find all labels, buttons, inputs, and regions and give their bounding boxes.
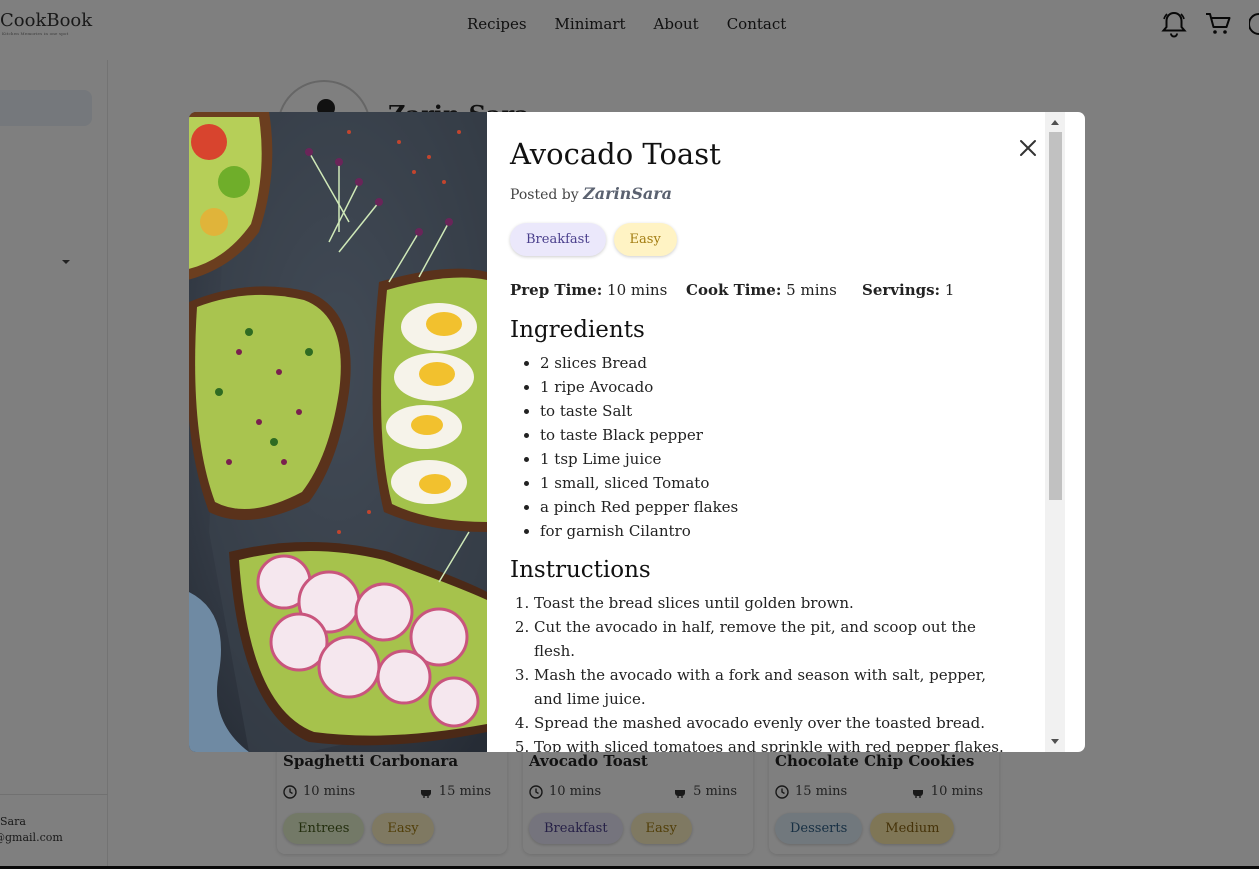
ingredients-heading: Ingredients <box>510 317 645 343</box>
servings: Servings: 1 <box>862 281 954 299</box>
cook-time-value: 5 mins <box>786 281 837 299</box>
cook-time-label: Cook Time: <box>686 281 782 299</box>
ingredient-item: 1 ripe Avocado <box>540 375 1065 399</box>
servings-value: 1 <box>944 281 955 299</box>
prep-time-value: 10 mins <box>607 281 668 299</box>
prep-time: Prep Time: 10 mins <box>510 281 686 299</box>
recipe-modal: Avocado Toast Posted by ZarinSara Breakf… <box>189 112 1085 752</box>
recipe-times: Prep Time: 10 mins Cook Time: 5 mins Ser… <box>510 281 1065 299</box>
prep-time-label: Prep Time: <box>510 281 603 299</box>
instructions-heading: Instructions <box>510 557 651 583</box>
instruction-step: Spread the mashed avocado evenly over th… <box>534 711 1010 735</box>
ingredient-item: a pinch Red pepper flakes <box>540 495 1065 519</box>
close-button[interactable] <box>1018 138 1038 158</box>
recipe-tags: Breakfast Easy <box>510 223 1065 256</box>
recipe-title: Avocado Toast <box>510 137 721 171</box>
ingredient-item: 1 tsp Lime juice <box>540 447 1065 471</box>
instruction-step: Toast the bread slices until golden brow… <box>534 591 1010 615</box>
servings-label: Servings: <box>862 281 941 299</box>
ingredient-item: 1 small, sliced Tomato <box>540 471 1065 495</box>
cook-time: Cook Time: 5 mins <box>686 281 862 299</box>
ingredient-item: to taste Black pepper <box>540 423 1065 447</box>
modal-scrollbar[interactable] <box>1045 112 1065 752</box>
tag-easy[interactable]: Easy <box>613 223 677 256</box>
tag-breakfast[interactable]: Breakfast <box>510 223 606 256</box>
scroll-up-arrow-icon[interactable] <box>1051 120 1059 125</box>
instruction-step: Cut the avocado in half, remove the pit,… <box>534 615 1010 663</box>
recipe-details: Avocado Toast Posted by ZarinSara Breakf… <box>487 112 1065 752</box>
ingredients-list: 2 slices Bread 1 ripe Avocado to taste S… <box>510 351 1065 543</box>
ingredient-item: 2 slices Bread <box>540 351 1065 375</box>
ingredient-item: for garnish Cilantro <box>540 519 1065 543</box>
ingredient-item: to taste Salt <box>540 399 1065 423</box>
posted-by: Posted by ZarinSara <box>510 184 1065 203</box>
instructions-list: Toast the bread slices until golden brow… <box>510 591 1010 752</box>
author-link[interactable]: ZarinSara <box>583 184 672 203</box>
instruction-step: Top with sliced tomatoes and sprinkle wi… <box>534 735 1010 752</box>
instruction-step: Mash the avocado with a fork and season … <box>534 663 1010 711</box>
close-icon <box>1020 140 1036 156</box>
posted-by-label: Posted by <box>510 187 579 203</box>
recipe-image <box>189 112 487 752</box>
scrollbar-thumb[interactable] <box>1049 132 1062 500</box>
scroll-down-arrow-icon[interactable] <box>1051 739 1059 744</box>
